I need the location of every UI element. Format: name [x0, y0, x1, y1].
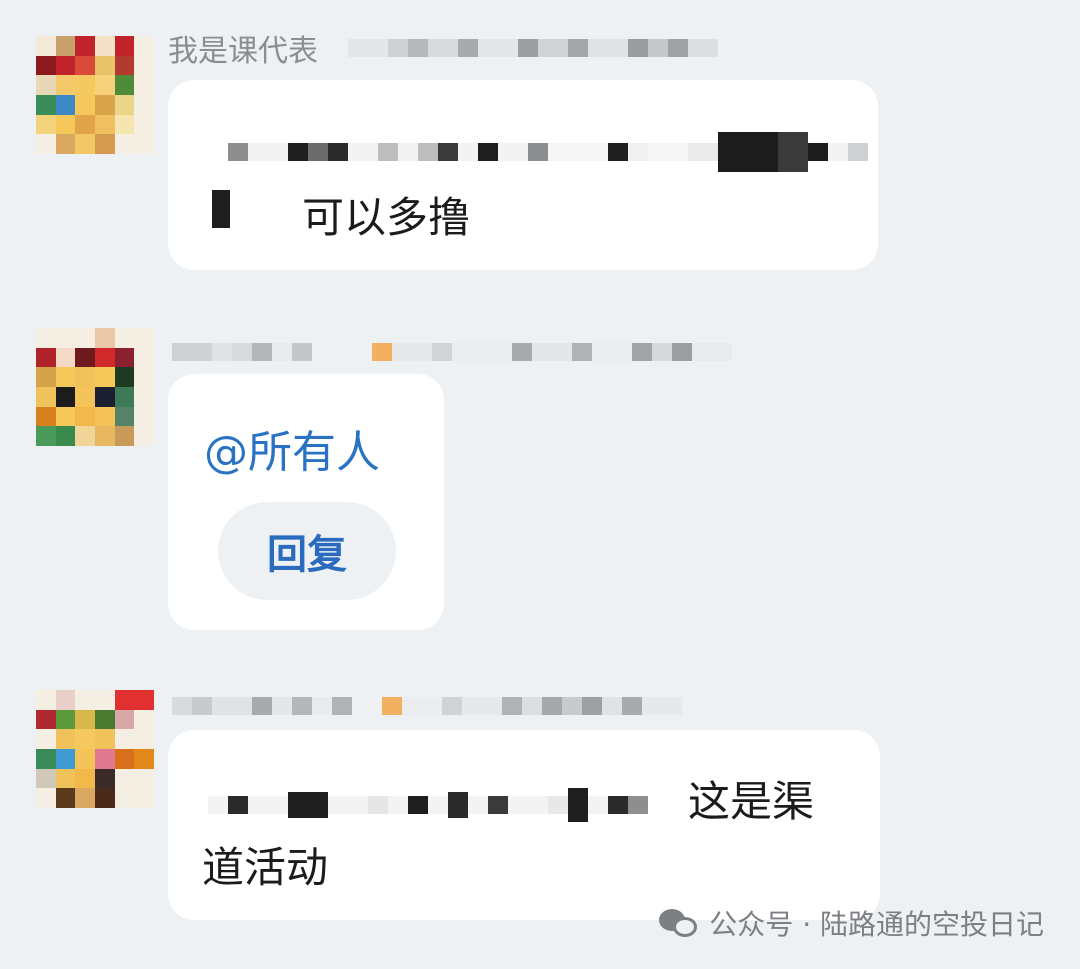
redacted-sender-detail	[348, 39, 718, 57]
message-text-line-1: 这是渠	[688, 777, 815, 826]
message-text: 可以多撸	[302, 193, 471, 242]
mention-all[interactable]: @所有人	[204, 416, 380, 480]
reply-button[interactable]: 回复	[218, 502, 396, 600]
redacted-text	[228, 132, 868, 172]
sender-name-text: 我是课代表	[168, 34, 318, 69]
message-text-line-2: 道活动	[202, 843, 329, 892]
message-bubble[interactable]: 可以多撸	[168, 80, 878, 270]
redacted-sender	[172, 686, 682, 726]
redacted-text	[208, 788, 648, 822]
avatar[interactable]	[36, 36, 154, 154]
chat-message-3: 这是渠 道活动	[0, 680, 1080, 930]
chat-message-2: @所有人 回复	[0, 310, 1080, 640]
message-bubble[interactable]: 这是渠 道活动	[168, 730, 880, 920]
watermark-text: 公众号 · 陆路通的空投日记	[709, 908, 1044, 941]
wechat-icon	[659, 907, 699, 939]
chat-message-1: 我是课代表 可以多撸	[0, 0, 1080, 290]
redacted-sender	[172, 332, 732, 372]
avatar[interactable]	[36, 690, 154, 808]
redacted-sender-detail	[172, 697, 682, 715]
redacted-sender-detail	[172, 343, 732, 361]
message-bubble[interactable]: @所有人 回复	[168, 374, 444, 630]
avatar[interactable]	[36, 328, 154, 446]
sender-name: 我是课代表	[168, 28, 718, 69]
redacted-text-2	[212, 190, 230, 228]
watermark: 公众号 · 陆路通的空投日记	[659, 903, 1044, 943]
